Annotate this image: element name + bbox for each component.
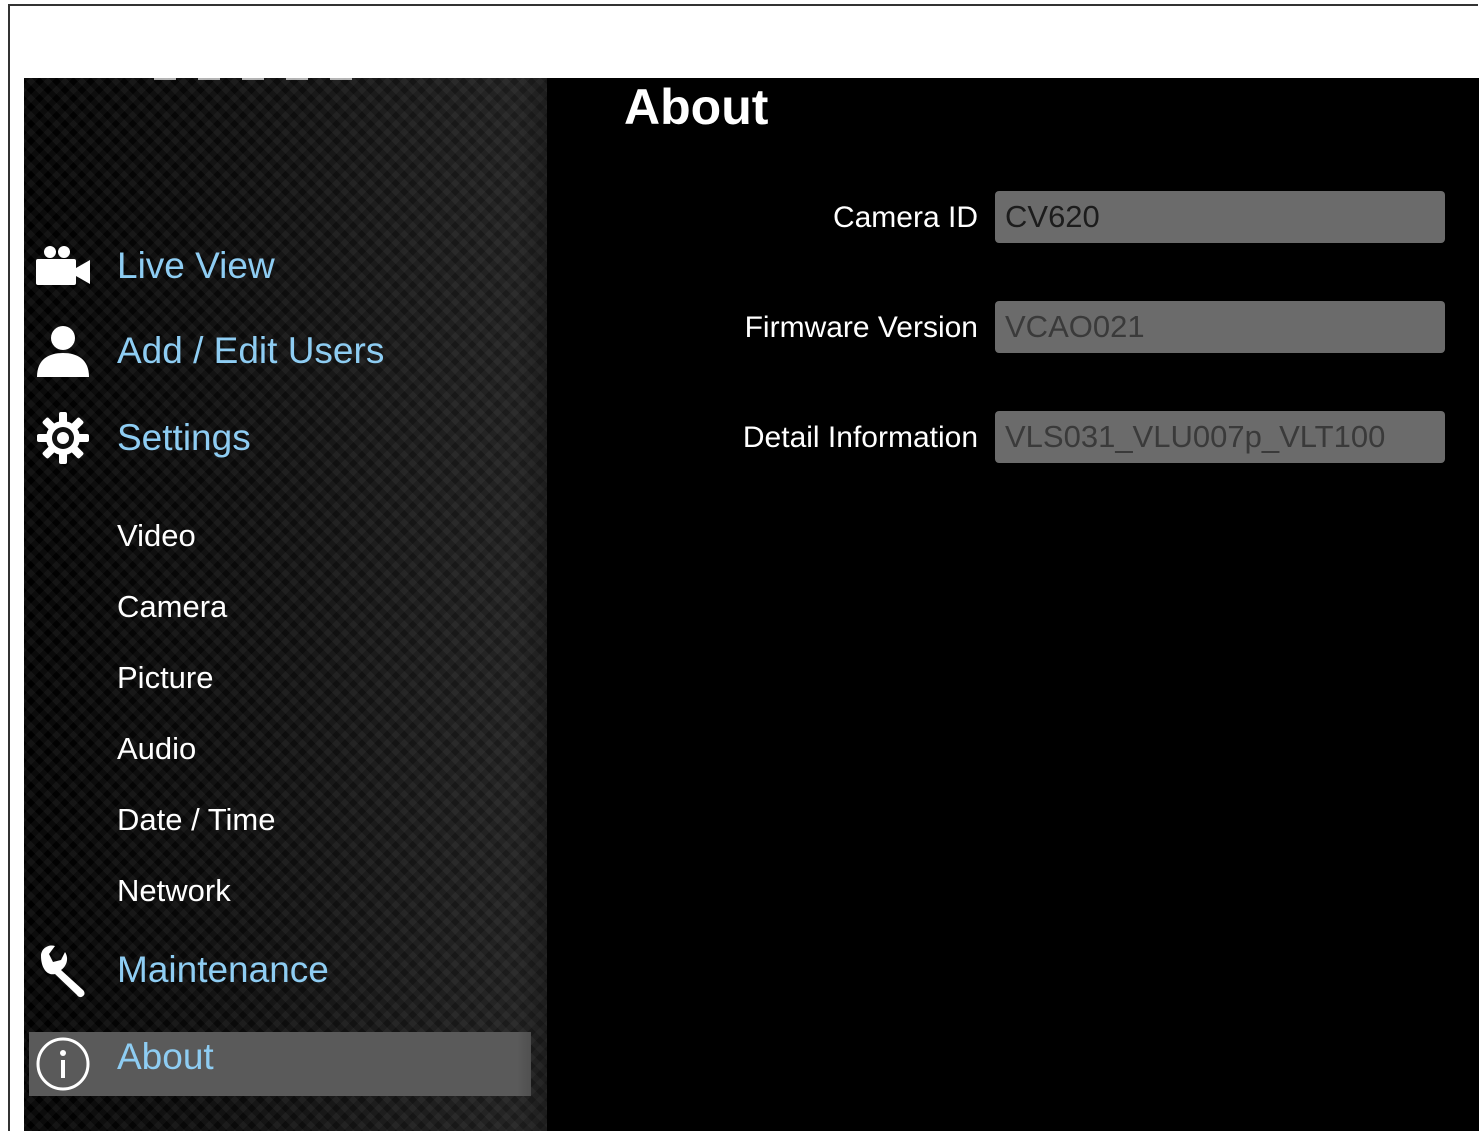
sidebar-item-settings[interactable]: Settings <box>24 408 524 468</box>
user-icon <box>34 322 92 380</box>
sidebar-item-maintenance[interactable]: Maintenance <box>24 940 524 1000</box>
sidebar-subitem-picture[interactable]: Picture <box>117 660 213 696</box>
detail-information-label: Detail Information <box>742 421 978 454</box>
firmware-version-row: Firmware Version <box>584 301 1464 355</box>
camera-id-row: Camera ID <box>584 191 1464 245</box>
camera-id-label: Camera ID <box>832 201 978 234</box>
wrench-icon <box>34 941 92 999</box>
camera-web-app: Live View Add / Edit Users Settings Vide… <box>24 78 1479 1131</box>
logo-fragment <box>154 78 354 80</box>
sidebar-subitem-video[interactable]: Video <box>117 518 196 554</box>
sidebar-item-label: Maintenance <box>117 949 329 990</box>
info-icon <box>34 1035 92 1093</box>
sidebar-subitem-audio[interactable]: Audio <box>117 731 196 767</box>
sidebar-item-label: About <box>117 1036 214 1077</box>
firmware-version-label: Firmware Version <box>744 311 978 344</box>
detail-information-field[interactable] <box>995 411 1445 463</box>
sidebar: Live View Add / Edit Users Settings Vide… <box>24 78 547 1131</box>
detail-information-row: Detail Information <box>584 411 1464 465</box>
sidebar-item-users[interactable]: Add / Edit Users <box>24 321 524 381</box>
gear-icon <box>34 409 92 467</box>
camera-id-field[interactable] <box>995 191 1445 243</box>
sidebar-item-label: Settings <box>117 417 251 458</box>
sidebar-item-live-view[interactable]: Live View <box>24 236 524 296</box>
firmware-version-field[interactable] <box>995 301 1445 353</box>
sidebar-subitem-network[interactable]: Network <box>117 873 231 909</box>
sidebar-item-label: Add / Edit Users <box>117 330 385 371</box>
sidebar-subitem-date-time[interactable]: Date / Time <box>117 802 276 838</box>
sidebar-subitem-camera[interactable]: Camera <box>117 589 227 625</box>
sidebar-item-label: Live View <box>117 245 275 286</box>
sidebar-item-about[interactable]: About <box>29 1032 531 1096</box>
page-title: About <box>624 79 769 135</box>
video-camera-icon <box>34 237 92 295</box>
